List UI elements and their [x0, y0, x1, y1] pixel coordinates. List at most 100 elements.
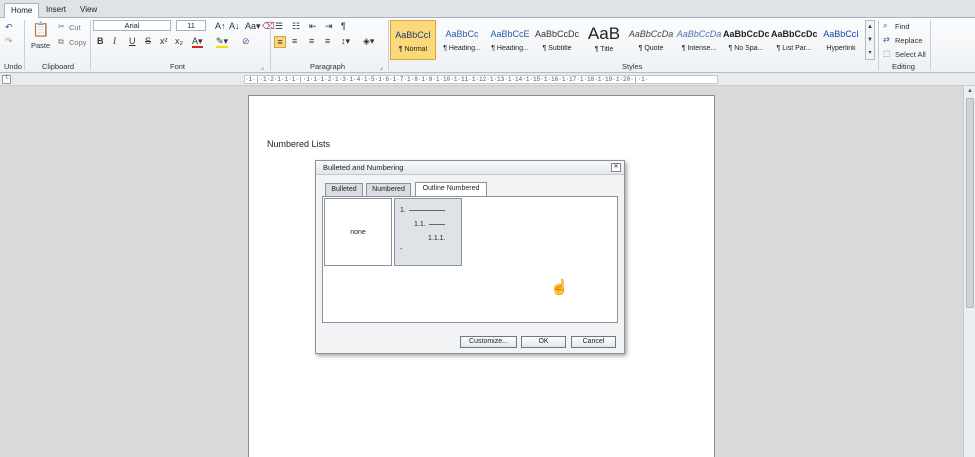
style-item[interactable]: AaBbCcI ¶ Normal: [390, 20, 436, 60]
outline-dash: [428, 223, 445, 225]
style-item[interactable]: AaBbCcDa ¶ Intense...: [676, 20, 722, 60]
justify-icon[interactable]: ≡: [325, 36, 330, 46]
undo-icon[interactable]: ↶: [5, 22, 13, 32]
redo-icon[interactable]: ↷: [5, 36, 13, 46]
ribbon: ↶ ↷ Undo 📋 Paste ✂ Cut ⧉ Copy Clipboard …: [0, 18, 975, 73]
hand-cursor-icon: ☝: [550, 279, 569, 296]
bold-icon[interactable]: B: [97, 36, 104, 46]
style-name: ¶ List Par...: [776, 45, 812, 52]
strikethrough-icon[interactable]: S: [145, 36, 151, 46]
style-name: ¶ Title: [594, 46, 614, 53]
styles-scroll[interactable]: ▲ ▼ ▾: [865, 20, 875, 60]
scrollbar-thumb[interactable]: [966, 98, 974, 308]
list-option-outline[interactable]: 1. 1.1. 1.1.1. -: [394, 198, 462, 266]
tab-selector[interactable]: └: [2, 75, 11, 84]
highlight-icon[interactable]: ✎▾: [216, 36, 229, 48]
ok-button[interactable]: OK: [521, 336, 566, 348]
group-divider: [270, 20, 271, 70]
close-icon[interactable]: ✕: [611, 163, 621, 172]
scroll-up-icon[interactable]: ▲: [964, 86, 975, 96]
undo-group-label: Undo: [4, 62, 22, 71]
document-heading[interactable]: Numbered Lists: [267, 139, 330, 149]
outline-level-3: 1.1.1.: [428, 235, 446, 242]
style-name: ¶ No Spa...: [728, 45, 764, 52]
styles-down-icon[interactable]: ▼: [866, 34, 874, 47]
grow-font-icon[interactable]: A↑: [215, 21, 226, 31]
styles-up-icon[interactable]: ▲: [866, 21, 874, 34]
style-item[interactable]: AaBbCc ¶ Heading...: [439, 20, 485, 60]
style-sample: AaBbCcDc: [771, 29, 817, 39]
paragraph-group-label: Paragraph: [310, 62, 346, 71]
tab-home[interactable]: Home: [4, 3, 40, 19]
tab-outline-numbered[interactable]: Outline Numbered: [415, 182, 487, 197]
styles-more-icon[interactable]: ▾: [866, 47, 874, 60]
shading-icon[interactable]: ◈▾: [363, 36, 374, 46]
select-all-icon[interactable]: ⬚: [883, 49, 891, 59]
style-sample: AaBbCcDc: [723, 29, 769, 39]
outline-level-1: 1.: [400, 207, 445, 214]
subscript-icon[interactable]: x₂: [175, 36, 183, 46]
tab-insert[interactable]: Insert: [40, 3, 72, 18]
outline-level-4: -: [400, 246, 403, 253]
dialog-title: Bulleted and Numbering: [316, 161, 624, 175]
outline-level-1-label: 1.: [400, 207, 406, 214]
ruler-scale[interactable]: ·1·|·1·2·1·1·1·|·1·1·1·2·1·3·1·4·1·5·1·6…: [244, 75, 718, 84]
find-icon[interactable]: ⌕: [883, 21, 887, 31]
align-left-icon[interactable]: ≡: [274, 36, 286, 48]
select-all-button[interactable]: Select All: [895, 50, 926, 59]
show-formatting-icon[interactable]: ¶: [341, 21, 346, 31]
list-option-none[interactable]: none: [324, 198, 392, 266]
find-button[interactable]: Find: [895, 22, 910, 31]
style-item[interactable]: AaBbCcDa ¶ Quote: [628, 20, 674, 60]
clear-format-icon[interactable]: ⌫: [262, 21, 275, 31]
style-sample: AaBbCcDc: [534, 29, 579, 39]
line-spacing-icon[interactable]: ↕▾: [341, 36, 350, 46]
font-size-field[interactable]: 11: [176, 20, 206, 31]
paste-icon[interactable]: 📋: [32, 21, 49, 37]
replace-icon[interactable]: ⇄: [883, 35, 890, 45]
font-color-icon[interactable]: A▾: [192, 36, 203, 48]
style-item[interactable]: AaB ¶ Title: [581, 20, 627, 60]
cut-icon[interactable]: ✂: [58, 22, 65, 32]
tab-numbered[interactable]: Numbered: [366, 183, 411, 197]
superscript-icon[interactable]: x²: [160, 36, 168, 46]
style-sample: AaBbCc: [445, 29, 479, 39]
increase-indent-icon[interactable]: ⇥: [325, 21, 333, 31]
shrink-font-icon[interactable]: A↓: [229, 21, 240, 31]
font-name-field[interactable]: Arial: [93, 20, 171, 31]
style-item[interactable]: AaBbCcDc ¶ List Par...: [771, 20, 817, 60]
style-item[interactable]: AaBbCcDc ¶ Subtitle: [534, 20, 580, 60]
copy-icon[interactable]: ⧉: [58, 37, 64, 47]
editing-group-label: Editing: [892, 62, 915, 71]
align-right-icon[interactable]: ≡: [309, 36, 314, 46]
replace-button[interactable]: Replace: [895, 36, 923, 45]
customize-button[interactable]: Customize...: [460, 336, 517, 348]
tab-bulleted[interactable]: Bulleted: [325, 183, 363, 197]
cancel-button[interactable]: Cancel: [571, 336, 616, 348]
paste-button[interactable]: Paste: [31, 41, 50, 50]
font-dialog-launcher-icon[interactable]: ⌟: [261, 63, 264, 73]
tab-view[interactable]: View: [74, 3, 103, 18]
align-center-icon[interactable]: ≡: [292, 36, 297, 46]
horizontal-ruler[interactable]: └ ·1·|·1·2·1·1·1·|·1·1·1·2·1·3·1·4·1·5·1…: [0, 73, 975, 86]
copy-button[interactable]: Copy: [69, 38, 87, 47]
style-item[interactable]: AaBbCcI Hyperlink: [818, 20, 864, 60]
text-effects-icon[interactable]: ⊘: [242, 36, 250, 46]
paragraph-dialog-launcher-icon[interactable]: ⌟: [380, 63, 383, 73]
style-name: ¶ Heading...: [443, 45, 481, 52]
style-item[interactable]: AaBbCcE ¶ Heading...: [487, 20, 533, 60]
style-sample: AaBbCcDa: [676, 29, 722, 39]
numbering-icon[interactable]: ☷: [292, 21, 300, 31]
vertical-scrollbar[interactable]: ▲: [963, 86, 975, 457]
bullets-icon[interactable]: ☰: [275, 21, 283, 31]
cut-button[interactable]: Cut: [69, 23, 81, 32]
italic-icon[interactable]: I: [113, 36, 116, 46]
clipboard-group-label: Clipboard: [42, 62, 75, 71]
style-item[interactable]: AaBbCcDc ¶ No Spa...: [723, 20, 769, 60]
decrease-indent-icon[interactable]: ⇤: [309, 21, 317, 31]
change-case-icon[interactable]: Aa▾: [245, 21, 261, 31]
font-group-label: Font: [170, 62, 186, 71]
outline-level-2-label: 1.1.: [414, 221, 426, 228]
underline-icon[interactable]: U: [129, 36, 136, 46]
style-sample: AaBbCcDa: [628, 29, 674, 39]
